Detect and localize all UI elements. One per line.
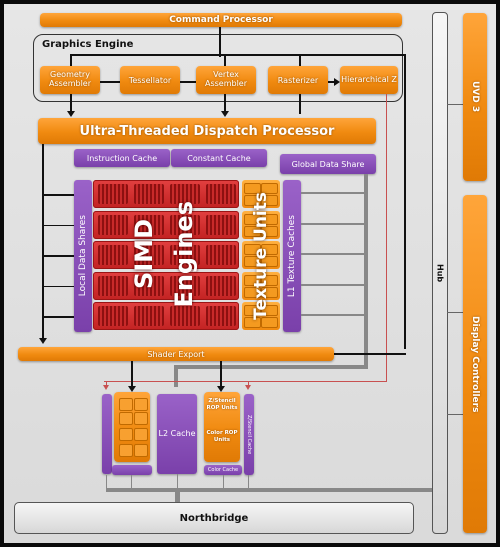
global-data-share: Global Data Share [280,154,376,174]
lds-connector [42,316,74,318]
l1-texture-caches: L1 Texture Caches [283,180,301,332]
simd-label-line2: Engines [170,200,198,308]
memory-unit-cell [119,428,133,441]
gray-bus [364,174,368,368]
zstencil-cache: Z/Stencil Cache [244,394,254,475]
connector [224,54,226,66]
l1-connector [301,222,365,225]
simd-label-2: Engines [164,194,204,314]
memory-unit-cell [134,428,148,441]
simd-core-block [206,214,236,235]
connector [299,54,301,66]
arrow-icon [221,111,229,117]
lds-connector [42,194,74,196]
gray-bus [175,488,180,502]
hub-connector [447,104,463,105]
connector [42,144,44,339]
simd-core-block [206,306,236,326]
instruction-cache: Instruction Cache [74,149,170,167]
memory-unit-cell [119,412,133,425]
connector [219,27,221,57]
hierarchical-z: Hierarchical Z [340,66,398,94]
memory-unit-cell [119,444,133,457]
l1-connector [301,192,365,194]
shader-export: Shader Export [18,347,334,361]
memory-unit-cell [134,444,148,457]
zstencil-cache-label: Z/Stencil Cache [246,414,252,455]
zstencil-rop-label: Z/Stencil ROP Units [206,398,238,411]
gray-bus [177,474,178,489]
simd-core-block [206,184,236,204]
l1-connector [301,314,365,316]
tessellator: Tessellator [120,66,180,94]
vertex-assembler: Vertex Assembler [196,66,256,94]
texture-units-text: Texture Units [251,192,271,320]
red-connector [104,381,387,382]
connector [404,54,406,349]
l1-connector [301,253,365,255]
connector [70,54,72,66]
gray-bus [174,365,368,369]
local-data-shares-label: Local Data Shares [78,215,88,297]
graphics-engine-label: Graphics Engine [42,39,134,50]
red-connector [386,94,387,381]
arrow-icon [245,385,251,390]
uvd-3: UVD 3 [463,13,487,181]
display-controllers: Display Controllers [463,195,487,533]
connector [224,94,226,112]
connector [334,353,406,355]
simd-core-block [206,245,236,265]
hub-connector [447,414,463,415]
arrow-icon [67,111,75,117]
texture-cache-channel-base [112,465,152,475]
lds-connector [42,224,74,226]
gray-bus [106,475,107,489]
northbridge: Northbridge [14,502,414,534]
memory-unit-cell [134,412,148,425]
l1-texture-caches-label: L1 Texture Caches [287,214,297,298]
gray-bus [174,365,178,387]
display-controllers-label: Display Controllers [470,315,480,413]
connector [131,361,133,387]
connector [70,54,406,56]
texture-units-label: Texture Units [242,180,280,332]
hub-label: Hub [435,263,445,283]
gray-bus [106,488,432,492]
arrow-icon [39,338,47,344]
connector [299,94,301,114]
arrow-icon [103,385,109,390]
color-rop-label: Color ROP Units [206,430,238,443]
simd-core-block [206,275,236,296]
rasterizer: Rasterizer [268,66,328,94]
memory-unit-cell [119,398,133,411]
simd-label-line1: SIMD [130,218,158,290]
uvd-label: UVD 3 [470,81,480,113]
dispatch-processor: Ultra-Threaded Dispatch Processor [38,118,376,144]
geometry-assembler: Geometry Assembler [40,66,100,94]
connector [100,81,120,83]
local-data-shares: Local Data Shares [74,180,92,332]
connector [180,81,196,83]
texture-cache-channel [102,394,112,474]
color-cache: Color Cache [204,465,242,475]
gray-bus [248,475,249,489]
constant-cache: Constant Cache [171,149,267,167]
memory-controller-units [114,392,150,462]
l1-connector [301,283,365,286]
hub: Hub [432,12,448,534]
connector [70,94,72,112]
diagram-canvas: Command Processor Graphics Engine Geomet… [4,4,496,543]
gray-bus [223,475,224,489]
rop-units: Z/Stencil ROP Units Color ROP Units [204,392,240,462]
simd-label: SIMD [124,194,164,314]
connector [220,361,222,387]
lds-connector [42,285,74,287]
command-processor: Command Processor [40,13,402,27]
hub-connector [447,312,463,313]
memory-unit-cell [134,398,148,411]
lds-connector [42,255,74,257]
gray-bus [131,475,132,489]
l2-cache: L2 Cache [157,394,197,474]
